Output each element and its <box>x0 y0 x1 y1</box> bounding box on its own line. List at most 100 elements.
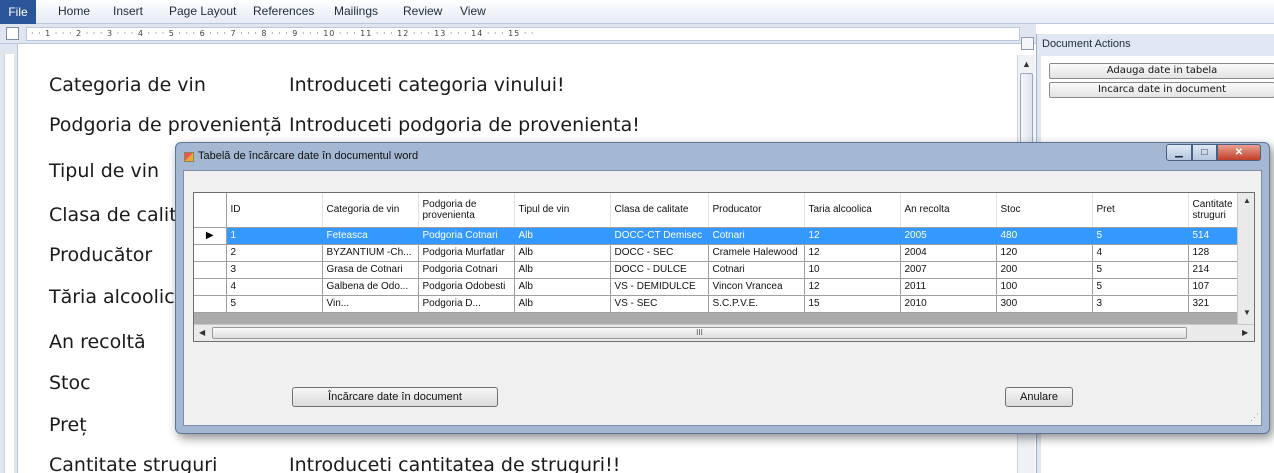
column-header[interactable]: Stoc <box>996 193 1093 228</box>
tab-stop-selector[interactable] <box>6 27 19 40</box>
table-cell[interactable]: Vin... <box>322 295 419 313</box>
doc-value[interactable]: Introduceti cantitatea de struguri!! <box>289 454 620 473</box>
table-cell[interactable]: Cotnari <box>708 261 805 279</box>
table-cell[interactable]: 3 <box>226 261 323 279</box>
table-cell[interactable]: Podgoria Murfatlar <box>418 244 515 262</box>
table-cell[interactable]: 128 <box>1188 244 1239 262</box>
table-cell[interactable]: Podgoria Cotnari <box>418 261 515 279</box>
table-cell[interactable]: 4 <box>226 278 323 296</box>
table-cell[interactable]: 2005 <box>900 227 997 245</box>
load-data-into-document-button[interactable]: Incarca date in document <box>1049 82 1274 98</box>
table-row[interactable]: 3 Grasa de Cotnari Podgoria Cotnari Alb DOCC… <box>194 261 1239 279</box>
scroll-up-arrow-icon[interactable]: ▲ <box>1243 196 1251 205</box>
data-grid[interactable]: ID Categoria de vin Podgoria de provenie… <box>193 192 1255 342</box>
column-header[interactable]: Pret <box>1092 193 1189 228</box>
table-cell[interactable]: Cramele Halewood <box>708 244 805 262</box>
minimize-button[interactable]: ▁ <box>1166 144 1192 161</box>
table-cell[interactable]: 1 <box>226 227 323 245</box>
row-header[interactable] <box>194 244 227 262</box>
table-cell[interactable]: DOCC - DULCE <box>610 261 709 279</box>
row-header[interactable] <box>194 278 227 296</box>
table-cell[interactable]: 15 <box>804 295 901 313</box>
cancel-button[interactable]: Anulare <box>1005 387 1073 407</box>
tab-insert[interactable]: Insert <box>113 0 143 24</box>
table-cell[interactable]: Podgoria D... <box>418 295 515 313</box>
table-cell[interactable]: S.C.P.V.E. <box>708 295 805 313</box>
table-cell[interactable]: 214 <box>1188 261 1239 279</box>
grid-vertical-scrollbar[interactable]: ▲ ▼ <box>1237 193 1254 325</box>
table-cell[interactable]: 2 <box>226 244 323 262</box>
table-row[interactable]: ▶ 1 Feteasca Podgoria Cotnari Alb DOCC-CT Dem… <box>194 227 1239 245</box>
table-cell[interactable]: Feteasca <box>322 227 419 245</box>
scroll-down-arrow-icon[interactable]: ▼ <box>1243 308 1251 317</box>
column-header[interactable]: Clasa de calitate <box>610 193 709 228</box>
resize-grip-icon[interactable]: ⋰ <box>1250 412 1259 423</box>
table-cell[interactable]: 10 <box>804 261 901 279</box>
table-cell[interactable]: 4 <box>1092 244 1189 262</box>
table-cell[interactable]: 2007 <box>900 261 997 279</box>
table-cell[interactable]: Cotnari <box>708 227 805 245</box>
column-header[interactable]: Tipul de vin <box>514 193 611 228</box>
column-header[interactable]: Taria alcoolica <box>804 193 901 228</box>
table-cell[interactable]: 100 <box>996 278 1093 296</box>
table-cell[interactable]: Alb <box>514 227 611 245</box>
row-header-corner[interactable] <box>194 193 227 228</box>
table-cell[interactable]: 2010 <box>900 295 997 313</box>
current-row-arrow-icon[interactable]: ▶ <box>194 227 227 245</box>
tab-review[interactable]: Review <box>403 0 442 24</box>
table-cell[interactable]: Alb <box>514 278 611 296</box>
tab-home[interactable]: Home <box>58 0 90 24</box>
tab-view[interactable]: View <box>460 0 486 24</box>
table-cell[interactable]: VS - DEMIDULCE <box>610 278 709 296</box>
table-cell[interactable]: Alb <box>514 261 611 279</box>
scroll-thumb[interactable]: III <box>212 327 1187 339</box>
doc-value[interactable]: Introduceti categoria vinului! <box>289 74 565 96</box>
table-cell[interactable]: 5 <box>1092 227 1189 245</box>
vertical-ruler[interactable] <box>0 44 18 473</box>
table-cell[interactable]: Galbena de Odo... <box>322 278 419 296</box>
table-cell[interactable]: 2011 <box>900 278 997 296</box>
table-cell[interactable]: Podgoria Cotnari <box>418 227 515 245</box>
table-cell[interactable]: Alb <box>514 295 611 313</box>
column-header[interactable]: Categoria de vin <box>322 193 419 228</box>
table-cell[interactable]: DOCC - SEC <box>610 244 709 262</box>
row-header[interactable] <box>194 261 227 279</box>
table-row[interactable]: 2 BYZANTIUM -Ch... Podgoria Murfatlar Alb DO… <box>194 244 1239 262</box>
table-row[interactable]: 4 Galbena de Odo... Podgoria Odobesti Alb VS… <box>194 278 1239 296</box>
table-cell[interactable]: Alb <box>514 244 611 262</box>
scroll-right-arrow-icon[interactable]: ▶ <box>1242 328 1248 337</box>
table-cell[interactable]: 480 <box>996 227 1093 245</box>
table-cell[interactable]: 12 <box>804 278 901 296</box>
table-cell[interactable]: 321 <box>1188 295 1239 313</box>
tab-references[interactable]: References <box>253 0 314 24</box>
column-header[interactable]: An recolta <box>900 193 997 228</box>
add-data-to-table-button[interactable]: Adauga date in tabela <box>1049 63 1274 79</box>
horizontal-ruler[interactable]: · · 1 · · · 2 · · · 3 · · · 4 · · · 5 · … <box>26 27 1020 41</box>
doc-value[interactable]: Introduceti podgoria de provenienta! <box>289 114 640 136</box>
grid-horizontal-scrollbar[interactable]: ◀ III ▶ <box>194 324 1254 341</box>
tab-mailings[interactable]: Mailings <box>334 0 378 24</box>
table-cell[interactable]: DOCC-CT Demisec <box>610 227 709 245</box>
tab-page-layout[interactable]: Page Layout <box>169 0 236 24</box>
table-cell[interactable]: 200 <box>996 261 1093 279</box>
table-cell[interactable]: 5 <box>226 295 323 313</box>
table-cell[interactable]: 12 <box>804 244 901 262</box>
table-cell[interactable]: Grasa de Cotnari <box>322 261 419 279</box>
table-cell[interactable]: VS - SEC <box>610 295 709 313</box>
table-cell[interactable]: Podgoria Odobesti <box>418 278 515 296</box>
column-header[interactable]: Podgoria de provenienta <box>418 193 515 228</box>
load-into-document-button[interactable]: Încărcare date în document <box>292 387 498 407</box>
row-header[interactable] <box>194 295 227 313</box>
table-cell[interactable]: BYZANTIUM -Ch... <box>322 244 419 262</box>
table-cell[interactable]: 5 <box>1092 261 1189 279</box>
table-cell[interactable]: 12 <box>804 227 901 245</box>
table-cell[interactable]: 107 <box>1188 278 1239 296</box>
table-cell[interactable]: 3 <box>1092 295 1189 313</box>
view-ruler-icon[interactable] <box>1021 37 1034 50</box>
column-header[interactable]: Producator <box>708 193 805 228</box>
scroll-left-arrow-icon[interactable]: ◀ <box>199 328 205 337</box>
column-header[interactable]: ID <box>226 193 323 228</box>
close-button[interactable]: ✕ <box>1217 144 1261 161</box>
table-row[interactable]: 5 Vin... Podgoria D... Alb VS - SEC S.C.P.V.E… <box>194 295 1239 313</box>
table-cell[interactable]: 120 <box>996 244 1093 262</box>
